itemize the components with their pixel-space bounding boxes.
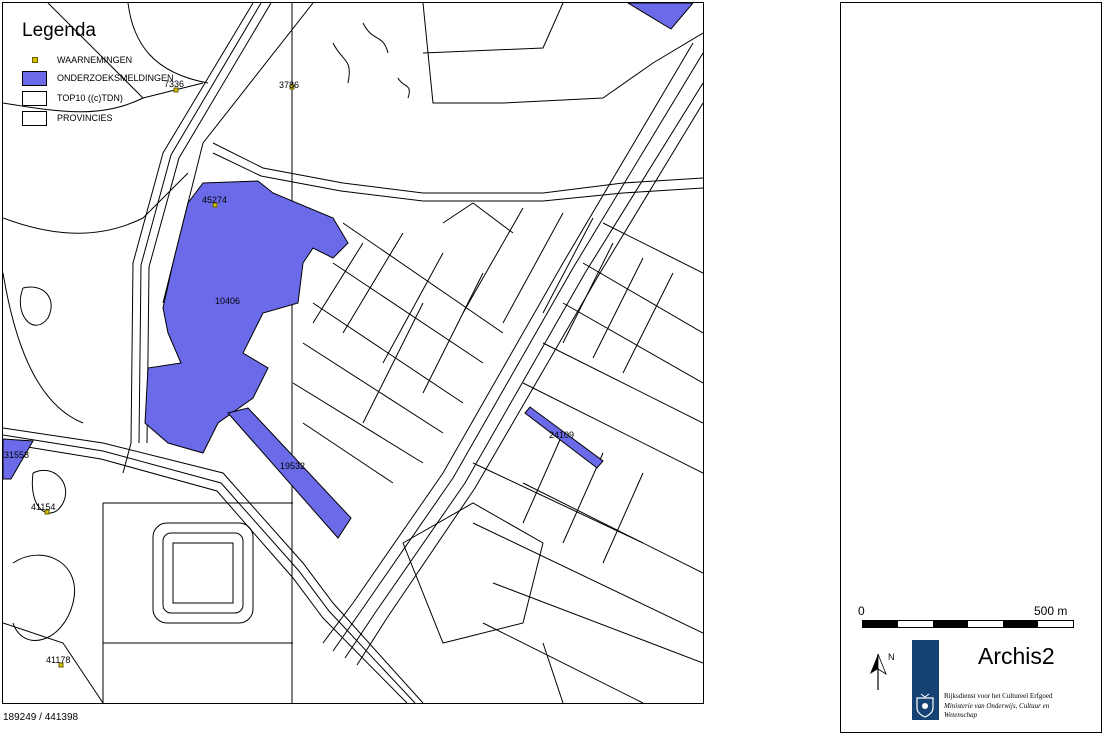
map-canvas: 10406 19532 24109 31558 7336 3786 45274 …	[3, 3, 703, 703]
map-labels: 10406 19532 24109 31558 7336 3786 45274 …	[4, 79, 574, 665]
topo-lines	[3, 3, 703, 703]
area-label-24109: 24109	[549, 430, 574, 440]
legend-item-research-reports: ONDERZOEKSMELDINGEN	[22, 70, 174, 86]
legend-item-top10: TOP10 ((c)TDN)	[22, 90, 123, 106]
scale-bar	[862, 620, 1074, 628]
legend-label: TOP10 ((c)TDN)	[57, 93, 123, 103]
legend-title: Legenda	[22, 20, 96, 41]
area-label-10406: 10406	[215, 296, 240, 306]
province-swatch	[22, 110, 47, 126]
map-coordinates: 189249 / 441398	[3, 712, 79, 723]
legend-label: WAARNEMINGEN	[57, 55, 133, 65]
crest-icon	[916, 693, 934, 718]
observation-label-45274: 45274	[202, 195, 227, 205]
org-name: Rijksdienst voor het Cultureel Erfgoed	[944, 692, 1053, 700]
map-view[interactable]: 10406 19532 24109 31558 7336 3786 45274 …	[2, 2, 704, 704]
observation-label-41154: 41154	[31, 502, 55, 512]
scale-zero-label: 0	[858, 604, 865, 618]
north-label: N	[888, 652, 895, 662]
observation-dot-icon	[22, 53, 47, 68]
app-name: Archis2	[978, 643, 1055, 669]
ministry-name: Ministerie van Onderwijs, Cultuur en Wet…	[944, 702, 1050, 719]
legend-label: ONDERZOEKSMELDINGEN	[57, 73, 174, 83]
observation-label-3786: 3786	[279, 80, 299, 90]
legend-label: PROVINCIES	[57, 113, 113, 123]
legend-item-observations: WAARNEMINGEN	[22, 52, 132, 68]
observation-label-41178: 41178	[46, 655, 70, 665]
area-label-31558: 31558	[4, 450, 29, 460]
research-area-swatch	[22, 70, 47, 86]
scale-max-label: 500 m	[1034, 604, 1068, 618]
topo-swatch	[22, 90, 47, 106]
area-label-19532: 19532	[280, 461, 305, 471]
legend-item-provinces: PROVINCIES	[22, 110, 113, 126]
